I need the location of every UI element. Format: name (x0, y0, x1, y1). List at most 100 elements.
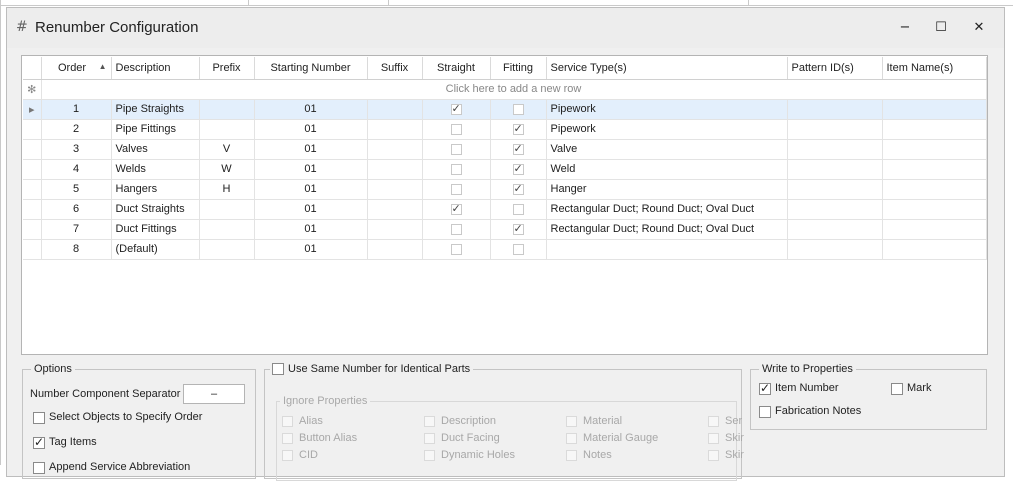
cid-checkbox[interactable] (282, 450, 293, 461)
cell-suffix[interactable] (367, 99, 423, 120)
column-header-straight[interactable]: Straight (422, 57, 491, 80)
cell-service-types[interactable]: Rectangular Duct; Round Duct; Oval Duct (546, 219, 788, 240)
fitting-checkbox[interactable] (512, 182, 524, 195)
cell-fitting[interactable] (490, 139, 547, 160)
cell-item-names[interactable] (882, 239, 987, 260)
cell-description[interactable]: Duct Fittings (111, 219, 200, 240)
cell-starting-number[interactable]: 01 (254, 179, 368, 200)
skirt-checkbox[interactable] (708, 433, 719, 444)
cell-starting-number[interactable]: 01 (254, 239, 368, 260)
cell-starting-number[interactable]: 01 (254, 159, 368, 180)
cell-pattern-ids[interactable] (787, 99, 883, 120)
cell-service-types[interactable]: Pipework (546, 99, 788, 120)
cell-order[interactable]: 6 (41, 199, 112, 220)
cell-fitting[interactable] (490, 159, 547, 180)
cell-order[interactable]: 1 (41, 99, 112, 120)
column-header-service-types[interactable]: Service Type(s) (546, 57, 788, 80)
cell-description[interactable]: Valves (111, 139, 200, 160)
fitting-checkbox[interactable] (512, 162, 524, 175)
table-row[interactable]: 7 Duct Fittings 01 Rectangular Duct; Rou… (23, 219, 987, 240)
cell-pattern-ids[interactable] (787, 139, 883, 160)
skirt-checkbox[interactable] (708, 450, 719, 461)
cell-prefix[interactable] (199, 119, 255, 140)
renumber-grid[interactable]: Order ▲ Description Prefix Starting Numbe… (23, 57, 987, 260)
column-header-pattern-ids[interactable]: Pattern ID(s) (787, 57, 883, 80)
cell-fitting[interactable] (490, 219, 547, 240)
mark-checkbox[interactable] (891, 383, 903, 395)
fitting-checkbox[interactable] (512, 203, 524, 215)
cell-description[interactable]: (Default) (111, 239, 200, 260)
cell-item-names[interactable] (882, 99, 987, 120)
cell-suffix[interactable] (367, 139, 423, 160)
cell-fitting[interactable] (490, 239, 547, 260)
cell-straight[interactable] (422, 239, 491, 260)
cell-description[interactable]: Hangers (111, 179, 200, 200)
straight-checkbox[interactable] (450, 202, 462, 215)
cell-fitting[interactable] (490, 179, 547, 200)
cell-description[interactable]: Pipe Fittings (111, 119, 200, 140)
cell-suffix[interactable] (367, 119, 423, 140)
cell-order[interactable]: 3 (41, 139, 112, 160)
duct-facing-checkbox[interactable] (424, 433, 435, 444)
straight-checkbox[interactable] (450, 223, 462, 235)
cell-order[interactable]: 8 (41, 239, 112, 260)
cell-starting-number[interactable]: 01 (254, 219, 368, 240)
tag-items-checkbox[interactable] (33, 435, 45, 449)
cell-starting-number[interactable]: 01 (254, 99, 368, 120)
cell-order[interactable]: 7 (41, 219, 112, 240)
fitting-checkbox[interactable] (512, 122, 524, 135)
alias-checkbox[interactable] (282, 416, 293, 427)
cell-straight[interactable] (422, 119, 491, 140)
straight-checkbox[interactable] (450, 243, 462, 255)
select-objects-label[interactable]: Select Objects to Specify Order (49, 411, 202, 423)
cell-suffix[interactable] (367, 199, 423, 220)
new-row-prompt[interactable]: Click here to add a new row (41, 79, 987, 100)
cell-description[interactable]: Duct Straights (111, 199, 200, 220)
straight-checkbox[interactable] (450, 143, 462, 155)
cell-service-types[interactable]: Weld (546, 159, 788, 180)
cell-starting-number[interactable]: 01 (254, 199, 368, 220)
cell-straight[interactable] (422, 139, 491, 160)
select-objects-checkbox[interactable] (33, 412, 45, 424)
cell-pattern-ids[interactable] (787, 179, 883, 200)
column-header-starting-number[interactable]: Starting Number (254, 57, 368, 80)
table-row[interactable]: 8 (Default) 01 (23, 239, 987, 260)
cell-item-names[interactable] (882, 119, 987, 140)
cell-item-names[interactable] (882, 219, 987, 240)
cell-prefix[interactable] (199, 199, 255, 220)
cell-service-types[interactable] (546, 239, 788, 260)
straight-checkbox[interactable] (450, 183, 462, 195)
cell-prefix[interactable]: W (199, 159, 255, 180)
column-header-item-names[interactable]: Item Name(s) (882, 57, 987, 80)
cell-straight[interactable] (422, 219, 491, 240)
table-row[interactable]: 5 Hangers H 01 Hanger (23, 179, 987, 200)
cell-service-types[interactable]: Pipework (546, 119, 788, 140)
cell-fitting[interactable] (490, 99, 547, 120)
notes-checkbox[interactable] (566, 450, 577, 461)
material-checkbox[interactable] (566, 416, 577, 427)
append-service-label[interactable]: Append Service Abbreviation (49, 461, 190, 473)
table-row[interactable]: 4 Welds W 01 Weld (23, 159, 987, 180)
straight-checkbox[interactable] (450, 102, 462, 115)
cell-service-types[interactable]: Rectangular Duct; Round Duct; Oval Duct (546, 199, 788, 220)
table-row[interactable]: 2 Pipe Fittings 01 Pipework (23, 119, 987, 140)
cell-item-names[interactable] (882, 179, 987, 200)
cell-service-types[interactable]: Hanger (546, 179, 788, 200)
close-button[interactable]: ✕ (961, 16, 997, 40)
column-header-suffix[interactable]: Suffix (367, 57, 423, 80)
cell-order[interactable]: 4 (41, 159, 112, 180)
cell-description[interactable]: Pipe Straights (111, 99, 200, 120)
cell-prefix[interactable]: H (199, 179, 255, 200)
cell-starting-number[interactable]: 01 (254, 139, 368, 160)
cell-straight[interactable] (422, 199, 491, 220)
fabrication-notes-checkbox[interactable] (759, 406, 771, 418)
mark-label[interactable]: Mark (907, 382, 931, 394)
cell-order[interactable]: 2 (41, 119, 112, 140)
cell-item-names[interactable] (882, 159, 987, 180)
cell-suffix[interactable] (367, 179, 423, 200)
service-checkbox[interactable] (708, 416, 719, 427)
cell-description[interactable]: Welds (111, 159, 200, 180)
fitting-checkbox[interactable] (512, 243, 524, 255)
cell-suffix[interactable] (367, 239, 423, 260)
maximize-button[interactable]: ☐ (923, 16, 959, 40)
